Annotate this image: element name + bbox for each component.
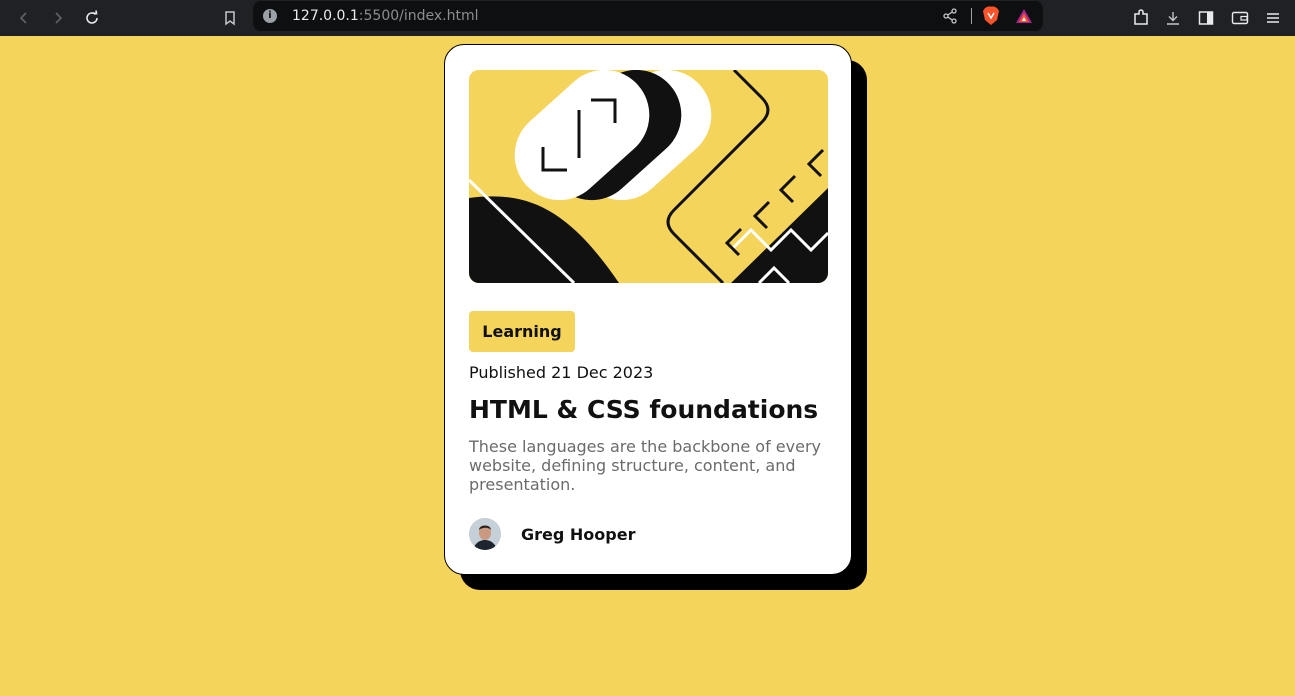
bookmark-icon[interactable]: [216, 4, 244, 32]
address-bar[interactable]: i 127.0.0.1:5500/index.html: [253, 1, 1043, 31]
card-description: These languages are the backbone of ever…: [469, 437, 821, 494]
menu-icon[interactable]: [1262, 7, 1284, 29]
url-host: 127.0.0.1: [292, 8, 359, 24]
avatar: [469, 518, 501, 550]
browser-toolbar: i 127.0.0.1:5500/index.html: [0, 0, 1295, 36]
card-illustration: [469, 70, 828, 283]
url-text[interactable]: 127.0.0.1:5500/index.html: [292, 8, 479, 24]
extensions-icon[interactable]: [1130, 7, 1152, 29]
downloads-icon[interactable]: [1162, 7, 1184, 29]
brave-shields-icon[interactable]: [980, 5, 1002, 27]
brave-rewards-icon[interactable]: [1013, 5, 1035, 27]
reload-icon[interactable]: [78, 4, 106, 32]
forward-icon[interactable]: [44, 4, 72, 32]
back-icon[interactable]: [10, 4, 38, 32]
wallet-icon[interactable]: [1229, 7, 1251, 29]
sidebar-icon[interactable]: [1195, 7, 1217, 29]
card-title[interactable]: HTML & CSS foundations: [469, 395, 818, 424]
share-icon[interactable]: [939, 5, 961, 27]
toolbar-divider: [971, 8, 972, 24]
blog-preview-card: Learning Published 21 Dec 2023 HTML & CS…: [444, 44, 852, 575]
publish-date: Published 21 Dec 2023: [469, 363, 654, 382]
category-tag: Learning: [469, 311, 575, 352]
author-name: Greg Hooper: [521, 525, 636, 544]
url-path: :5500/index.html: [358, 8, 479, 24]
site-info-icon[interactable]: i: [263, 9, 277, 23]
